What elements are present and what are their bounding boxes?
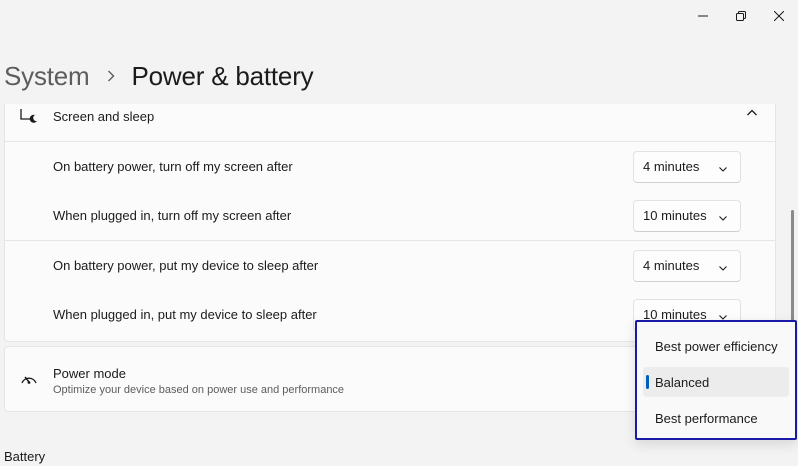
battery-sleep-dropdown[interactable]: 4 minutes [633, 249, 741, 282]
minimize-icon [698, 15, 708, 17]
power-mode-subtitle: Optimize your device based on power use … [53, 384, 345, 396]
menu-item-balanced[interactable]: Balanced [643, 367, 789, 397]
close-icon [774, 11, 784, 21]
page-title: Power & battery [131, 60, 314, 91]
chevron-right-icon [101, 66, 121, 86]
screen-sleep-header[interactable]: Screen and sleep [5, 104, 775, 142]
dropdown-value: 10 minutes [643, 208, 707, 223]
chevron-down-icon [718, 211, 728, 221]
menu-item-label: Best power efficiency [655, 338, 778, 354]
menu-item-best-performance[interactable]: Best performance [643, 403, 789, 433]
close-button[interactable] [760, 0, 798, 32]
dropdown-value: 4 minutes [643, 159, 700, 174]
dropdown-value: 4 minutes [643, 258, 700, 273]
minimize-button[interactable] [684, 0, 722, 32]
menu-item-label: Best performance [655, 410, 758, 426]
power-mode-title: Power mode [53, 366, 126, 381]
screen-sleep-icon [19, 107, 39, 127]
setting-label: When plugged in, turn off my screen afte… [53, 208, 292, 223]
setting-row: On battery power, put my device to sleep… [5, 241, 775, 290]
battery-screen-off-dropdown[interactable]: 4 minutes [633, 150, 741, 183]
restore-icon [736, 11, 746, 21]
selection-indicator [646, 375, 649, 389]
window-controls [684, 0, 798, 32]
chevron-down-icon [718, 162, 728, 172]
breadcrumb: System Power & battery [4, 56, 314, 96]
power-mode-menu: Best power efficiency Balanced Best perf… [635, 320, 797, 440]
setting-label: On battery power, turn off my screen aft… [53, 159, 293, 174]
setting-label: When plugged in, put my device to sleep … [53, 307, 317, 322]
plugged-screen-off-dropdown[interactable]: 10 minutes [633, 199, 741, 232]
setting-label: On battery power, put my device to sleep… [53, 258, 319, 273]
menu-item-best-power-efficiency[interactable]: Best power efficiency [643, 331, 789, 361]
setting-row: When plugged in, turn off my screen afte… [5, 191, 775, 240]
chevron-up-icon[interactable] [745, 106, 759, 120]
setting-row: On battery power, turn off my screen aft… [5, 142, 775, 191]
battery-section-heading: Battery [4, 449, 46, 464]
menu-item-label: Balanced [655, 374, 710, 390]
screen-sleep-title: Screen and sleep [53, 109, 155, 124]
chevron-down-icon [718, 310, 728, 320]
breadcrumb-parent-link[interactable]: System [4, 61, 90, 92]
chevron-down-icon [718, 261, 728, 271]
screen-sleep-card: Screen and sleep On battery power, turn … [4, 104, 776, 342]
speedometer-icon [19, 369, 39, 389]
restore-button[interactable] [722, 0, 760, 32]
